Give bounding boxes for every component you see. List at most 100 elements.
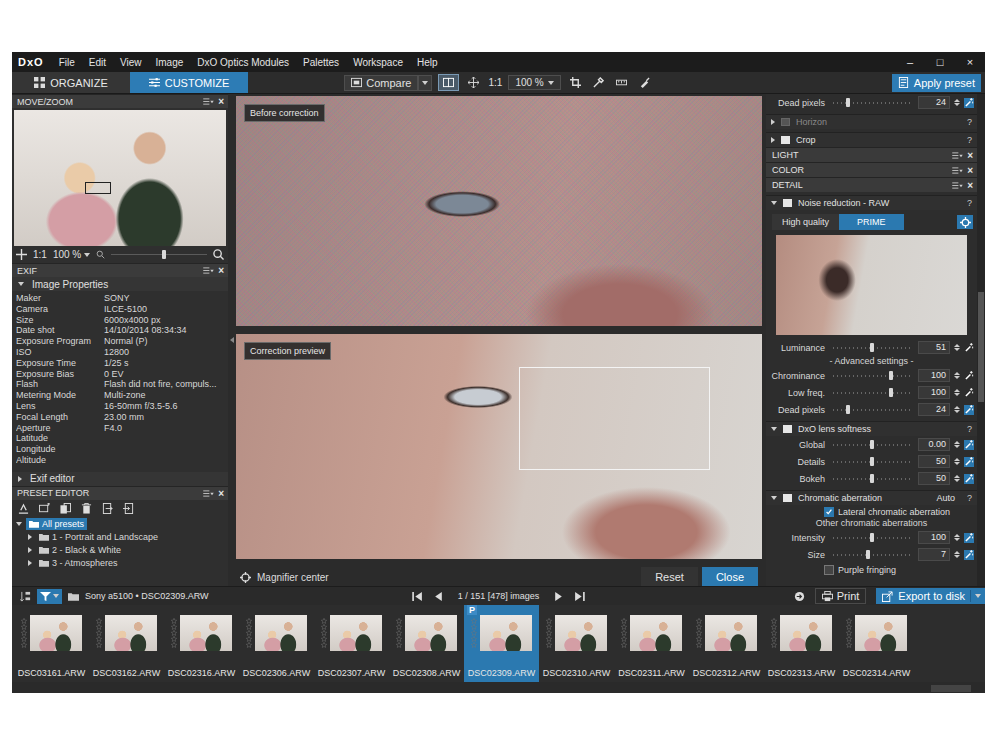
star-icon[interactable]: [621, 642, 627, 648]
help-button[interactable]: ?: [967, 424, 972, 434]
auto-button[interactable]: [964, 474, 974, 484]
rating[interactable]: [471, 618, 477, 648]
menu-item[interactable]: Image: [148, 57, 190, 68]
expand-icon[interactable]: [771, 201, 777, 205]
star-icon[interactable]: [771, 642, 777, 648]
menu-item[interactable]: DxO Optics Modules: [190, 57, 296, 68]
slider[interactable]: [833, 457, 910, 466]
star-icon[interactable]: [171, 618, 177, 624]
value-field[interactable]: 51: [918, 341, 950, 354]
star-icon[interactable]: [771, 624, 777, 630]
star-icon[interactable]: [246, 642, 252, 648]
value-field[interactable]: 100: [918, 386, 950, 399]
star-icon[interactable]: [846, 618, 852, 624]
scrollbar[interactable]: [977, 94, 985, 586]
checkbox[interactable]: [824, 565, 834, 575]
star-icon[interactable]: [471, 636, 477, 642]
help-button[interactable]: ?: [967, 198, 972, 208]
filmstrip-item[interactable]: PDSC02309.ARW: [464, 605, 539, 682]
left-collapse-handle[interactable]: [228, 94, 236, 586]
navigator-photo[interactable]: [14, 110, 226, 246]
export-preset-icon[interactable]: [102, 503, 113, 514]
next-icon[interactable]: [553, 591, 564, 602]
palette-menu-icon[interactable]: [952, 152, 963, 159]
mode-tab[interactable]: High quality: [772, 214, 839, 230]
star-icon[interactable]: [21, 624, 27, 630]
move-icon[interactable]: [468, 77, 479, 88]
export-dropdown[interactable]: [970, 590, 985, 602]
split-view-button[interactable]: [438, 74, 459, 91]
palette-menu-icon[interactable]: [952, 182, 963, 189]
palette-header[interactable]: LIGHT×: [766, 147, 977, 162]
spinner[interactable]: [954, 534, 960, 541]
module-header[interactable]: Noise reduction - RAW?: [766, 195, 977, 210]
star-icon[interactable]: [246, 624, 252, 630]
last-icon[interactable]: [574, 591, 585, 602]
star-icon[interactable]: [771, 630, 777, 636]
rating[interactable]: [171, 618, 177, 648]
checkbox-row[interactable]: Purple fringing: [766, 563, 977, 576]
spinner[interactable]: [954, 475, 960, 482]
window-control[interactable]: ×: [955, 56, 985, 68]
value-field[interactable]: 100: [918, 369, 950, 382]
auto-button[interactable]: [964, 457, 974, 467]
close-button[interactable]: ×: [967, 180, 973, 191]
filmstrip-item[interactable]: DSC02310.ARW: [539, 605, 614, 682]
star-icon[interactable]: [621, 636, 627, 642]
export-button[interactable]: Export to disk: [876, 588, 985, 604]
star-icon[interactable]: [471, 618, 477, 624]
star-icon[interactable]: [846, 642, 852, 648]
first-icon[interactable]: [412, 591, 423, 602]
menu-item[interactable]: View: [113, 57, 149, 68]
slider-handle[interactable]: [889, 371, 893, 380]
filmstrip-item[interactable]: DSC02312.ARW: [689, 605, 764, 682]
palette-menu-icon[interactable]: [203, 98, 214, 105]
viewer-button[interactable]: Close: [702, 567, 758, 587]
palette-header[interactable]: DETAIL×: [766, 177, 977, 192]
filmstrip-scrollbar[interactable]: [12, 682, 985, 693]
zoom-dropdown[interactable]: 100 %: [53, 249, 90, 260]
preview-target-button[interactable]: [957, 215, 973, 229]
menu-item[interactable]: File: [52, 57, 82, 68]
filmstrip-item[interactable]: DSC02306.ARW: [239, 605, 314, 682]
value-field[interactable]: 50: [918, 455, 950, 468]
star-icon[interactable]: [471, 642, 477, 648]
help-button[interactable]: ?: [967, 493, 972, 503]
filmstrip-item[interactable]: DSC02316.ARW: [164, 605, 239, 682]
star-icon[interactable]: [171, 624, 177, 630]
star-icon[interactable]: [96, 624, 102, 630]
star-icon[interactable]: [246, 630, 252, 636]
compare-button[interactable]: Compare: [344, 75, 418, 91]
slider-handle[interactable]: [870, 533, 874, 542]
star-icon[interactable]: [846, 624, 852, 630]
slider-handle[interactable]: [870, 457, 874, 466]
filter-button[interactable]: [37, 589, 62, 604]
slider[interactable]: [833, 474, 910, 483]
value-field[interactable]: 24: [918, 403, 950, 416]
close-button[interactable]: ×: [967, 150, 973, 161]
star-icon[interactable]: [396, 636, 402, 642]
checkbox-row[interactable]: Lateral chromatic aberration: [766, 505, 977, 518]
palette-menu-icon[interactable]: [203, 490, 214, 497]
module-header[interactable]: DxO lens softness?: [766, 421, 977, 436]
value-field[interactable]: 50: [918, 472, 950, 485]
sort-icon[interactable]: [20, 591, 31, 602]
rating[interactable]: [321, 618, 327, 648]
expand-icon[interactable]: [28, 547, 32, 553]
star-icon[interactable]: [696, 624, 702, 630]
star-icon[interactable]: [246, 636, 252, 642]
rating[interactable]: [96, 618, 102, 648]
image-pane[interactable]: Before correction: [236, 96, 762, 326]
sync-icon[interactable]: [794, 591, 805, 602]
star-icon[interactable]: [696, 630, 702, 636]
filmstrip-item[interactable]: DSC02311.ARW: [614, 605, 689, 682]
auto-button[interactable]: [964, 371, 974, 381]
preset-folder[interactable]: 2 - Black & White: [12, 544, 228, 557]
help-button[interactable]: ?: [967, 135, 972, 145]
new-preset-icon[interactable]: [18, 503, 29, 514]
spinner[interactable]: [954, 406, 960, 413]
close-button[interactable]: ×: [218, 96, 224, 107]
value-field[interactable]: 24: [918, 96, 950, 109]
slider[interactable]: [833, 440, 910, 449]
star-icon[interactable]: [246, 618, 252, 624]
